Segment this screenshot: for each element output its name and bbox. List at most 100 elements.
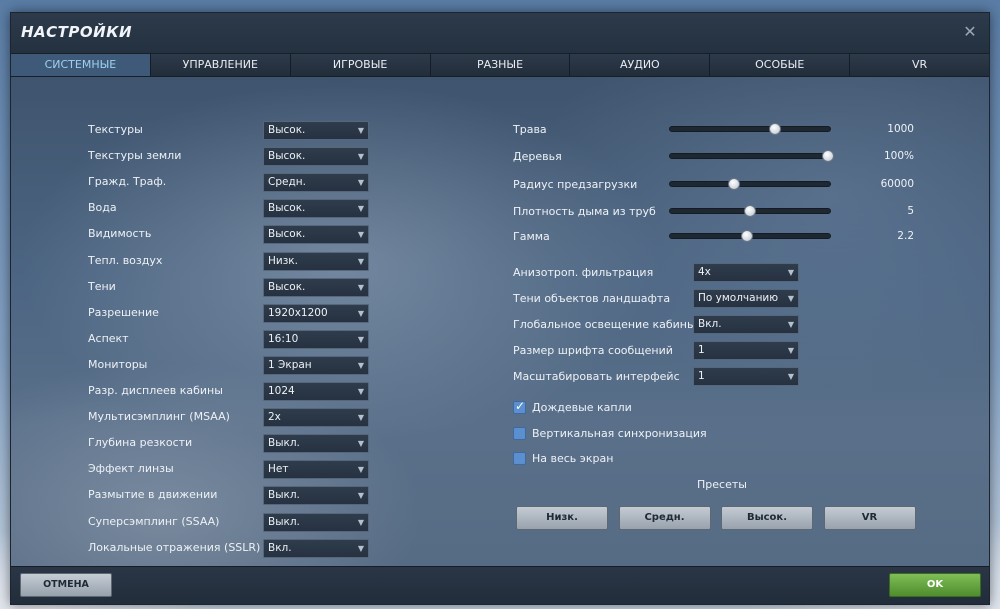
checkbox[interactable] <box>513 399 526 414</box>
slider-value: 5 <box>907 205 914 217</box>
dropdown-value: Нет <box>268 463 289 476</box>
chevron-down-icon: ▼ <box>787 320 794 329</box>
preset-button[interactable]: Низк. <box>516 506 608 530</box>
setting-dropdown[interactable]: 1920x1200 ▼ <box>263 303 369 323</box>
setting-dropdown[interactable]: 4x ▼ <box>693 263 799 282</box>
checkbox-label: На весь экран <box>532 452 614 465</box>
setting-label: Тепл. воздух <box>88 253 163 267</box>
dropdown-value: 4x <box>698 266 711 278</box>
checkbox-label: Вертикальная синхронизация <box>532 426 707 440</box>
tab-bar: СИСТЕМНЫЕ УПРАВЛЕНИЕ ИГРОВЫЕ РАЗНЫЕ АУДИО ОСО… <box>11 53 990 77</box>
tab-5[interactable]: АУДИО <box>569 54 710 76</box>
setting-dropdown[interactable]: 1024 ▼ <box>263 382 369 401</box>
chevron-down-icon: ▼ <box>787 294 794 303</box>
setting-dropdown[interactable]: 16:10 ▼ <box>263 329 369 349</box>
dropdown-value: Выкл. <box>268 515 300 528</box>
setting-dropdown[interactable]: 1 Экран ▼ <box>263 355 369 375</box>
setting-dropdown[interactable]: Нет ▼ <box>263 460 369 480</box>
setting-label: Размытие в движении <box>88 488 218 502</box>
slider-handle[interactable] <box>740 230 753 242</box>
dropdown-value: 16:10 <box>268 332 299 345</box>
slider-label: Трава <box>513 123 547 136</box>
window-title: НАСТРОЙКИ <box>21 23 133 41</box>
tab-7[interactable]: VR <box>849 54 990 76</box>
presets-title: Пресеты <box>697 478 747 491</box>
chevron-down-icon: ▼ <box>357 256 364 266</box>
slider-label: Деревья <box>513 150 562 163</box>
setting-dropdown[interactable]: Средн. ▼ <box>263 173 369 193</box>
setting-dropdown[interactable]: По умолчанию ▼ <box>693 289 799 308</box>
chevron-down-icon: ▼ <box>357 126 364 135</box>
slider-value: 60000 <box>880 178 914 190</box>
checkbox[interactable] <box>513 452 526 465</box>
slider-value: 2.2 <box>897 230 914 242</box>
setting-dropdown[interactable]: 1 ▼ <box>693 341 799 360</box>
setting-dropdown[interactable]: Высок. ▼ <box>263 277 369 297</box>
setting-label: Разр. дисплеев кабины <box>88 384 223 397</box>
slider-label: Радиус предзагрузки <box>513 178 638 191</box>
slider-handle[interactable] <box>768 123 781 135</box>
setting-dropdown[interactable]: 2x ▼ <box>263 408 369 428</box>
chevron-down-icon: ▼ <box>357 152 364 162</box>
preset-button[interactable]: Средн. <box>618 506 711 530</box>
setting-label: Анизотроп. фильтрация <box>513 266 654 279</box>
setting-label: Разрешение <box>88 305 159 319</box>
slider-track[interactable] <box>669 153 831 159</box>
setting-label: Мультисэмплинг (MSAA) <box>88 410 230 424</box>
setting-dropdown[interactable]: Выкл. ▼ <box>263 512 369 532</box>
dropdown-value: Вкл. <box>698 318 722 330</box>
setting-dropdown[interactable]: Вкл. ▼ <box>263 538 369 558</box>
setting-dropdown[interactable]: Высок. ▼ <box>263 147 369 167</box>
preset-button[interactable]: Высок. <box>721 506 813 530</box>
setting-label: Тени объектов ландшафта <box>513 292 671 305</box>
slider-handle[interactable] <box>744 205 756 217</box>
setting-label: Текстуры земли <box>88 149 182 163</box>
tab-2[interactable]: УПРАВЛЕНИЕ <box>149 54 290 76</box>
dropdown-value: Вкл. <box>268 541 292 554</box>
setting-dropdown[interactable]: Высок. ▼ <box>263 225 369 245</box>
chevron-down-icon: ▼ <box>357 230 364 240</box>
setting-label: Суперсэмплинг (SSAA) <box>88 514 220 528</box>
chevron-down-icon: ▼ <box>357 360 364 370</box>
close-icon[interactable]: ✕ <box>961 23 979 41</box>
setting-dropdown[interactable]: Выкл. ▼ <box>263 486 369 506</box>
slider-track[interactable] <box>669 181 831 187</box>
slider-value: 1000 <box>887 123 914 135</box>
setting-label: Тени <box>88 279 116 293</box>
dropdown-value: Высок. <box>268 202 306 215</box>
setting-dropdown[interactable]: Вкл. ▼ <box>693 315 799 334</box>
setting-label: Аспект <box>88 331 129 345</box>
setting-dropdown[interactable]: Высок. ▼ <box>263 121 369 140</box>
chevron-down-icon: ▼ <box>357 308 364 318</box>
tab-4[interactable]: РАЗНЫЕ <box>429 54 570 76</box>
setting-dropdown[interactable]: Высок. ▼ <box>263 199 369 219</box>
settings-window: НАСТРОЙКИ ✕ СИСТЕМНЫЕ УПРАВЛЕНИЕ ИГРОВЫЕ РА… <box>10 12 990 605</box>
dropdown-value: Средн. <box>268 176 306 189</box>
ok-button[interactable]: OK <box>889 573 981 597</box>
chevron-down-icon: ▼ <box>787 346 794 355</box>
tab-3[interactable]: ИГРОВЫЕ <box>289 54 430 76</box>
checkbox[interactable] <box>513 426 526 440</box>
slider-track[interactable] <box>669 126 831 132</box>
tab-1[interactable]: СИСТЕМНЫЕ <box>11 54 150 76</box>
preset-button[interactable]: VR <box>823 506 916 530</box>
cancel-button[interactable]: ОТМЕНА <box>20 573 112 597</box>
dropdown-value: 1920x1200 <box>268 306 328 319</box>
setting-label: Масштабировать интерфейс <box>513 370 680 383</box>
setting-dropdown[interactable]: 1 ▼ <box>693 367 799 386</box>
setting-dropdown[interactable]: Низк. ▼ <box>263 251 369 271</box>
setting-label: Локальные отражения (SSLR) <box>88 540 261 554</box>
chevron-down-icon: ▼ <box>357 178 364 188</box>
checkbox-label: Дождевые капли <box>532 401 632 414</box>
chevron-down-icon: ▼ <box>357 465 364 475</box>
setting-label: Размер шрифта сообщений <box>513 344 673 357</box>
slider-handle[interactable] <box>822 150 834 162</box>
chevron-down-icon: ▼ <box>357 439 364 449</box>
setting-label: Вода <box>88 201 117 215</box>
dropdown-value: 2x <box>268 411 281 424</box>
slider-handle[interactable] <box>728 178 741 190</box>
chevron-down-icon: ▼ <box>357 387 364 396</box>
chevron-down-icon: ▼ <box>357 491 364 501</box>
tab-6[interactable]: ОСОБЫЕ <box>709 54 850 76</box>
setting-dropdown[interactable]: Выкл. ▼ <box>263 434 369 454</box>
